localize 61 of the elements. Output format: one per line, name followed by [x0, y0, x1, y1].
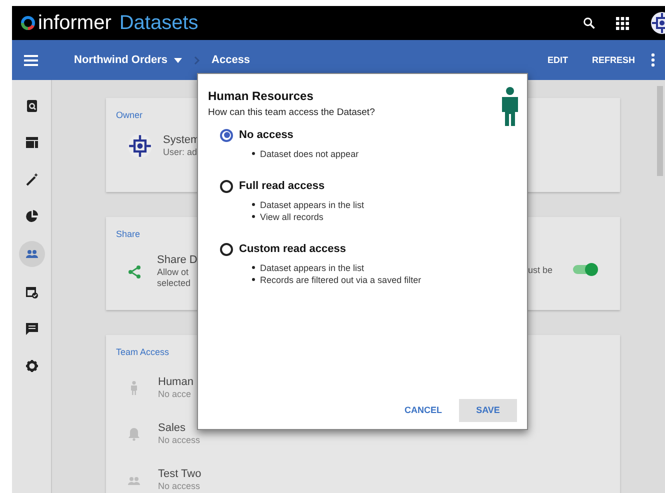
team-name: Sales — [158, 422, 187, 435]
share-description: Allow ot — [157, 267, 190, 278]
person-icon — [128, 381, 140, 395]
person-icon — [499, 87, 521, 127]
calendar-check-icon — [26, 286, 38, 298]
search-icon[interactable] — [582, 16, 596, 30]
radio-button[interactable] — [220, 180, 233, 192]
bullet-text: Dataset appears in the list — [260, 262, 364, 274]
bullet-icon — [252, 266, 255, 269]
share-icon — [128, 264, 141, 278]
bullet-icon — [252, 215, 255, 218]
share-name: Share D — [157, 254, 198, 267]
caret-icon — [174, 58, 182, 62]
settings-icon — [26, 360, 38, 372]
message-icon — [26, 322, 38, 336]
bullet-icon — [252, 278, 255, 281]
team-name: Human — [158, 376, 194, 389]
dialog-question: How can this team access the Dataset? — [208, 108, 375, 118]
owner-detail: User: ad — [163, 147, 198, 158]
bell-icon — [128, 427, 140, 441]
breadcrumb-link[interactable]: Northwind Orders — [74, 54, 182, 66]
share-toggle[interactable] — [573, 263, 597, 275]
app-logo-text: informer — [38, 13, 112, 33]
bullet-text: Dataset does not appear — [260, 148, 359, 160]
card-title: Team Access — [116, 348, 170, 357]
bullet-text: Dataset appears in the list — [260, 198, 364, 210]
share-description: ust be — [528, 266, 553, 275]
more-icon[interactable] — [651, 53, 655, 67]
toolbar-button[interactable]: REFRESH — [592, 56, 635, 64]
menu-icon[interactable] — [24, 54, 38, 66]
wand-icon — [26, 172, 38, 186]
team-name: Test Two — [158, 468, 202, 481]
radio-button[interactable] — [220, 128, 233, 142]
bullet-icon — [252, 152, 255, 155]
card-title: Owner — [116, 111, 143, 120]
apps-grid-icon[interactable] — [616, 16, 629, 30]
layout-icon — [26, 136, 38, 148]
toolbar-button[interactable]: EDIT — [547, 56, 568, 64]
team-access-level: No acce — [158, 389, 192, 400]
pie-chart-icon — [26, 210, 38, 222]
bullet-text: Records are filtered out via a saved filter — [260, 274, 422, 286]
breadcrumb-link[interactable]: Access — [212, 54, 250, 66]
logo-icon — [20, 15, 36, 31]
team-access-level: No access — [158, 435, 200, 446]
app-name: Datasets — [119, 13, 198, 33]
radio-option[interactable]: Custom read access — [220, 242, 517, 256]
dataset-search-icon — [26, 98, 38, 112]
radio-option[interactable]: Full read access — [220, 180, 517, 192]
share-description: selected — [157, 278, 192, 289]
dialog-title: Human Resources — [208, 90, 314, 102]
cancel-button[interactable]: CANCEL — [404, 399, 442, 422]
chevron-icon — [194, 56, 200, 64]
bullet-icon — [252, 203, 255, 206]
radio-option[interactable]: No access — [220, 128, 517, 142]
people-icon — [26, 248, 38, 260]
avatar-icon — [128, 134, 152, 158]
bullet-text: View all records — [260, 210, 324, 222]
radio-button[interactable] — [220, 242, 233, 256]
save-button[interactable]: SAVE — [459, 399, 517, 422]
team-access-level: No access — [158, 481, 202, 492]
card-title: Share — [116, 230, 140, 239]
